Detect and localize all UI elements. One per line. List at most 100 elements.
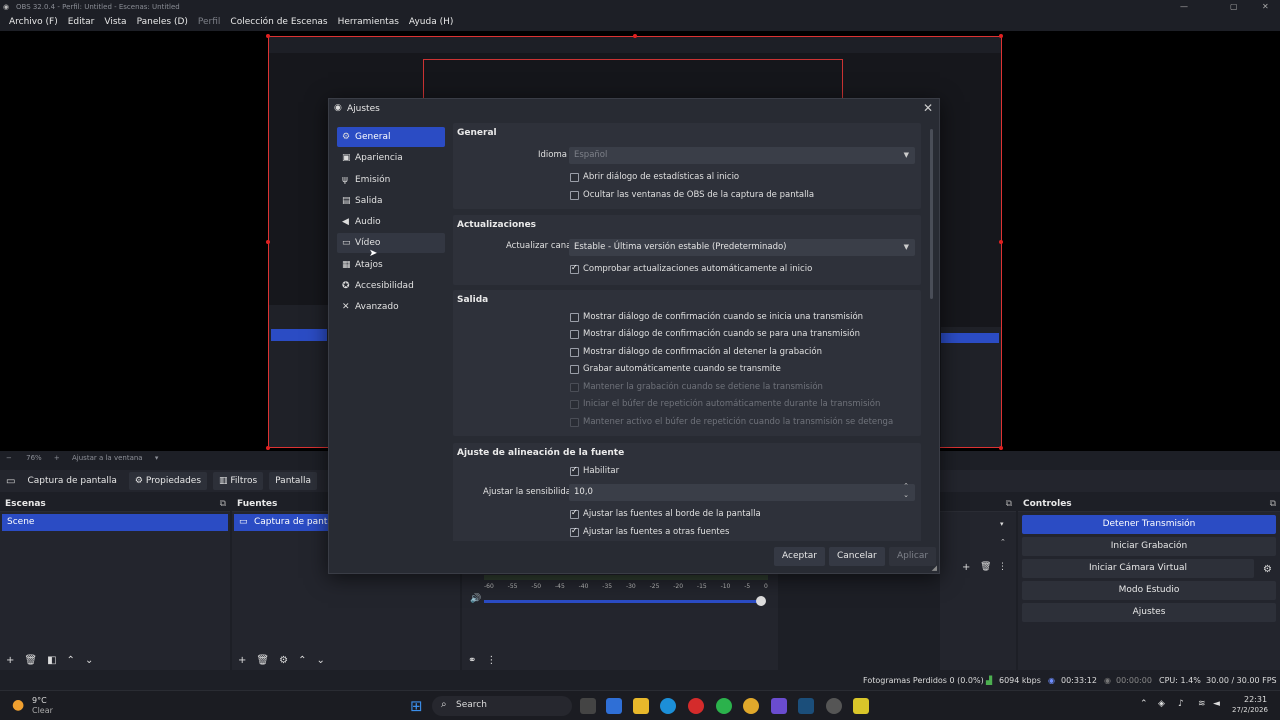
confirm-start-stream-checkbox[interactable] <box>570 313 579 322</box>
update-channel-select[interactable]: Estable - Última versión estable (Predet… <box>569 239 915 256</box>
nav-item-video[interactable]: ▭ Vídeo <box>337 233 445 254</box>
content-scrollbar[interactable] <box>930 129 933 299</box>
menu-edit[interactable]: Editar <box>63 14 100 31</box>
stop-streaming-button[interactable]: Detener Transmisión <box>1022 515 1276 534</box>
transform-handle[interactable] <box>266 34 270 38</box>
transform-handle[interactable] <box>999 446 1003 450</box>
snap-enable-checkbox[interactable] <box>570 465 579 476</box>
screen-select[interactable]: Pantalla <box>269 472 317 490</box>
nav-item-appearance[interactable]: ▣ Apariencia <box>337 148 445 168</box>
transform-handle[interactable] <box>999 34 1003 38</box>
file-explorer-icon[interactable] <box>633 698 649 714</box>
transform-handle[interactable] <box>999 240 1003 244</box>
spin-icon[interactable]: ⌃ <box>1000 538 1006 546</box>
mic-tray-icon[interactable]: ♪ <box>1178 699 1184 709</box>
up-icon[interactable]: ⌃ <box>298 655 306 666</box>
hide-obs-checkbox[interactable] <box>570 191 579 200</box>
float-dock-icon[interactable]: ⧉ <box>1270 496 1276 512</box>
menu-view[interactable]: Vista <box>99 14 131 31</box>
tray-chevron-icon[interactable]: ⌃ <box>1140 699 1148 709</box>
opera-icon[interactable] <box>688 698 704 714</box>
app-icon[interactable] <box>853 698 869 714</box>
more-icon[interactable]: ⋮ <box>486 655 496 666</box>
spin-down-icon[interactable]: ⌄ <box>903 489 909 501</box>
close-icon[interactable]: ✕ <box>923 101 933 115</box>
whatsapp-icon[interactable] <box>716 698 732 714</box>
add-icon[interactable]: + <box>962 562 970 573</box>
nav-item-advanced[interactable]: ✕ Avanzado <box>337 297 445 317</box>
menu-profile[interactable]: Perfil <box>193 14 226 31</box>
speaker-icon[interactable]: 🔊 <box>470 594 481 604</box>
replay-buffer-start-checkbox[interactable] <box>570 400 579 409</box>
edge-icon[interactable] <box>660 698 676 714</box>
clock-time[interactable]: 22:31 <box>1244 695 1267 704</box>
nav-item-output[interactable]: ▤ Salida <box>337 191 445 211</box>
menu-help[interactable]: Ayuda (H) <box>404 14 458 31</box>
transform-handle[interactable] <box>266 240 270 244</box>
volume-slider[interactable] <box>484 600 764 603</box>
volume-slider-handle[interactable] <box>756 596 766 606</box>
menu-file[interactable]: Archivo (F) <box>4 14 63 31</box>
auto-update-checkbox[interactable] <box>570 263 579 274</box>
confirm-stop-record-checkbox[interactable] <box>570 348 579 357</box>
float-dock-icon[interactable]: ⧉ <box>1006 496 1012 512</box>
chevron-down-icon[interactable]: ▾ <box>155 454 159 462</box>
snap-screen-edge-checkbox[interactable] <box>570 508 579 519</box>
obs-taskbar-icon[interactable] <box>826 698 842 714</box>
trash-icon[interactable]: 🗑 <box>980 562 991 572</box>
auto-record-checkbox[interactable] <box>570 365 579 374</box>
maximize-button[interactable]: ▢ <box>1230 0 1238 14</box>
transform-handle[interactable] <box>266 446 270 450</box>
scene-item[interactable]: Scene <box>2 514 228 531</box>
wifi-icon[interactable]: ≋ <box>1198 699 1206 709</box>
zoom-out-button[interactable]: − <box>6 454 12 462</box>
resize-grip-icon[interactable]: ◢ <box>932 564 937 572</box>
trash-icon[interactable]: 🗑 <box>256 655 269 666</box>
down-icon[interactable]: ⌄ <box>85 655 93 666</box>
nav-item-hotkeys[interactable]: ▦ Atajos <box>337 255 445 275</box>
gear-icon[interactable]: ⚙ <box>1263 564 1272 575</box>
up-icon[interactable]: ⌃ <box>67 655 75 666</box>
menu-scene-collection[interactable]: Colección de Escenas <box>225 14 332 31</box>
cancel-button[interactable]: Cancelar <box>829 547 885 566</box>
keep-recording-checkbox[interactable] <box>570 383 579 392</box>
snap-other-sources-checkbox[interactable] <box>570 526 579 537</box>
menu-docks[interactable]: Paneles (D) <box>132 14 193 31</box>
link-icon[interactable]: ⚭ <box>468 655 476 666</box>
nav-item-stream[interactable]: ψ Emisión <box>337 170 445 190</box>
clock-date[interactable]: 27/2/2026 <box>1232 706 1268 714</box>
add-icon[interactable]: + <box>6 655 14 666</box>
nav-item-general[interactable]: ⚙ General <box>337 127 445 147</box>
stats-dialog-checkbox[interactable] <box>570 173 579 182</box>
chrome-icon[interactable] <box>743 698 759 714</box>
nav-item-audio[interactable]: ◀ Audio <box>337 212 445 232</box>
trash-icon[interactable]: 🗑 <box>24 655 37 666</box>
discord-icon[interactable] <box>771 698 787 714</box>
apply-button[interactable]: Aplicar <box>889 547 937 566</box>
task-view-icon[interactable] <box>580 698 596 714</box>
language-select[interactable]: Español ▼ <box>569 147 915 164</box>
taskbar-search[interactable]: ⌕ Search <box>432 696 572 716</box>
add-icon[interactable]: + <box>238 655 246 666</box>
filters-button[interactable]: ▥ Filtros <box>213 472 264 490</box>
chevron-down-icon[interactable]: ▾ <box>1000 520 1004 528</box>
replay-buffer-keep-checkbox[interactable] <box>570 418 579 427</box>
zoom-in-button[interactable]: + <box>54 454 60 462</box>
gear-icon[interactable]: ⚙ <box>279 655 288 666</box>
windows-start-icon[interactable]: ⊞ <box>410 697 423 715</box>
properties-button[interactable]: ⚙ Propiedades <box>128 472 208 490</box>
confirm-stop-stream-checkbox[interactable] <box>570 330 579 339</box>
ok-button[interactable]: Aceptar <box>774 547 825 566</box>
minimize-button[interactable]: — <box>1180 0 1188 14</box>
float-dock-icon[interactable]: ⧉ <box>220 496 226 512</box>
snap-sensitivity-input[interactable]: 10,0 ⌃ ⌄ <box>569 482 915 501</box>
network-tray-icon[interactable]: ◈ <box>1158 699 1165 709</box>
more-icon[interactable]: ⋮ <box>998 562 1007 572</box>
studio-mode-button[interactable]: Modo Estudio <box>1022 581 1276 600</box>
zoom-fit-select[interactable]: Ajustar a la ventana <box>72 454 143 462</box>
copilot-icon[interactable] <box>606 698 622 714</box>
settings-button[interactable]: Ajustes <box>1022 603 1276 622</box>
filter-icon[interactable]: ◧ <box>47 655 56 666</box>
close-window-button[interactable]: ✕ <box>1262 0 1269 14</box>
transform-handle[interactable] <box>633 34 637 38</box>
